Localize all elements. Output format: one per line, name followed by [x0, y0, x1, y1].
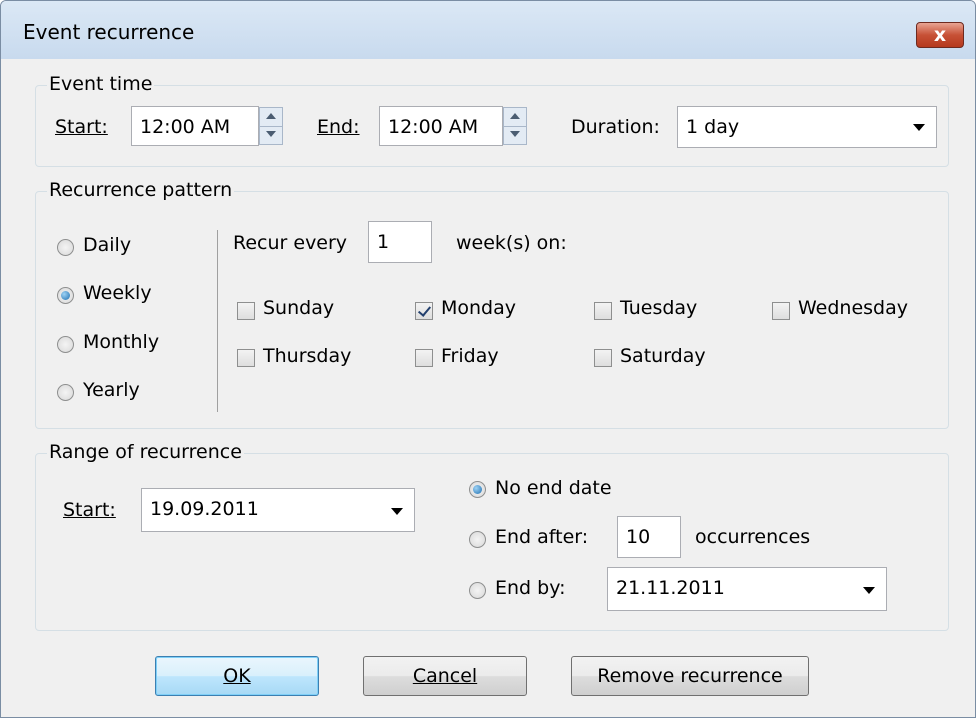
- remove-recurrence-button[interactable]: Remove recurrence: [571, 656, 809, 696]
- range-start-label: Start:: [63, 499, 116, 521]
- friday-label[interactable]: Friday: [441, 345, 499, 367]
- ok-button-label: OK: [223, 665, 251, 687]
- recur-every-input[interactable]: 1: [368, 221, 432, 263]
- cancel-button-label: Cancel: [412, 665, 478, 687]
- end-after-input[interactable]: 10: [617, 516, 681, 558]
- monday-checkbox[interactable]: [415, 302, 433, 320]
- range-start-combo[interactable]: 19.09.2011: [141, 488, 415, 532]
- spin-up-icon: [510, 113, 520, 119]
- cancel-button[interactable]: Cancel: [363, 656, 527, 696]
- recurrence-pattern-legend: Recurrence pattern: [47, 179, 235, 201]
- daily-radio[interactable]: [57, 239, 74, 256]
- end-time-down-button[interactable]: [504, 126, 526, 144]
- weekly-label[interactable]: Weekly: [83, 282, 152, 304]
- start-time-spinner[interactable]: [259, 107, 283, 145]
- saturday-label[interactable]: Saturday: [620, 345, 706, 367]
- start-time-field[interactable]: 12:00 AM: [131, 106, 259, 146]
- range-legend: Range of recurrence: [47, 441, 244, 463]
- recur-every-label: Recur every: [233, 232, 348, 254]
- title-bar[interactable]: Event recurrence x: [1, 1, 975, 59]
- wednesday-label[interactable]: Wednesday: [798, 297, 908, 319]
- dialog-window: Event recurrence x Event time Start: 12:…: [0, 0, 976, 718]
- weekly-radio[interactable]: [57, 287, 74, 304]
- duration-combo[interactable]: 1 day: [677, 106, 937, 148]
- tuesday-label[interactable]: Tuesday: [620, 297, 697, 319]
- dialog-title: Event recurrence: [23, 20, 195, 44]
- friday-checkbox[interactable]: [415, 349, 433, 367]
- end-time-field[interactable]: 12:00 AM: [379, 106, 503, 146]
- weeks-on-label: week(s) on:: [456, 232, 567, 254]
- daily-label[interactable]: Daily: [83, 234, 131, 256]
- no-end-date-label[interactable]: No end date: [495, 477, 612, 499]
- chevron-down-icon[interactable]: [391, 508, 403, 515]
- close-button[interactable]: x: [916, 22, 964, 48]
- end-after-label[interactable]: End after:: [495, 526, 588, 548]
- end-time-label: End:: [317, 116, 360, 138]
- monday-label[interactable]: Monday: [441, 297, 516, 319]
- spin-up-icon: [266, 113, 276, 119]
- sunday-checkbox[interactable]: [237, 302, 255, 320]
- monthly-radio[interactable]: [57, 336, 74, 353]
- start-time-up-button[interactable]: [260, 108, 282, 127]
- saturday-checkbox[interactable]: [594, 349, 612, 367]
- end-time-spinner[interactable]: [503, 107, 527, 145]
- sunday-label[interactable]: Sunday: [263, 297, 334, 319]
- no-end-date-radio[interactable]: [469, 481, 486, 498]
- tuesday-checkbox[interactable]: [594, 302, 612, 320]
- event-time-legend: Event time: [47, 73, 155, 95]
- spin-down-icon: [510, 131, 520, 137]
- end-time-up-button[interactable]: [504, 108, 526, 127]
- chevron-down-icon[interactable]: [913, 124, 925, 131]
- end-by-label[interactable]: End by:: [495, 577, 565, 599]
- wednesday-checkbox[interactable]: [772, 302, 790, 320]
- remove-recurrence-label: Remove recurrence: [597, 665, 783, 687]
- pattern-divider: [217, 230, 218, 412]
- occurrences-label: occurrences: [695, 526, 811, 548]
- end-after-radio[interactable]: [469, 531, 486, 548]
- thursday-checkbox[interactable]: [237, 349, 255, 367]
- spin-down-icon: [266, 131, 276, 137]
- monthly-label[interactable]: Monthly: [83, 331, 159, 353]
- chevron-down-icon[interactable]: [863, 587, 875, 594]
- yearly-radio[interactable]: [57, 384, 74, 401]
- end-by-radio[interactable]: [469, 582, 486, 599]
- start-time-label: Start:: [55, 116, 108, 138]
- ok-button[interactable]: OK: [155, 656, 319, 696]
- yearly-label[interactable]: Yearly: [83, 379, 140, 401]
- thursday-label[interactable]: Thursday: [263, 345, 351, 367]
- end-by-combo[interactable]: 21.11.2011: [607, 567, 887, 611]
- duration-label: Duration:: [571, 116, 660, 138]
- close-icon: x: [933, 24, 947, 46]
- start-time-down-button[interactable]: [260, 126, 282, 144]
